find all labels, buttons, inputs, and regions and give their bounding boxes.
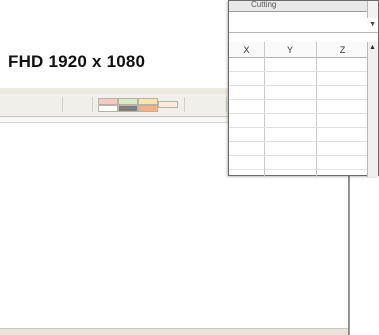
- column-header-z[interactable]: Z: [316, 43, 369, 57]
- resolution-label: FHD 1920 x 1080: [8, 52, 146, 71]
- style-swatch-neutral[interactable]: [138, 98, 158, 105]
- grid-column-divider: [264, 42, 265, 177]
- style-swatch-good[interactable]: [118, 98, 138, 105]
- grid-vertical-scrollbar[interactable]: ▲: [367, 42, 378, 177]
- grid-row-line: [229, 155, 369, 156]
- style-swatch-check[interactable]: [118, 105, 138, 112]
- grid-row-line: [229, 99, 369, 100]
- grid-column-divider: [316, 42, 317, 177]
- chevron-down-icon[interactable]: ▼: [369, 21, 376, 28]
- grid-window-header: Cutting: [229, 0, 378, 12]
- ribbon-group-styles[interactable]: [94, 97, 185, 112]
- header-scrollbar[interactable]: [367, 1, 378, 18]
- grid-row-line: [229, 127, 369, 128]
- ribbon-group-clipboard[interactable]: [2, 97, 63, 112]
- style-swatch-bad[interactable]: [98, 98, 118, 105]
- style-swatch-input[interactable]: [158, 101, 178, 108]
- status-bar: [0, 328, 349, 335]
- grid-row-line: [229, 71, 369, 72]
- ribbon-group-paste[interactable]: [64, 97, 93, 112]
- grid-row-line: [229, 85, 369, 86]
- grid-row-line: [229, 169, 369, 170]
- grid-row-line: [229, 113, 369, 114]
- grid-window-title: Cutting: [251, 0, 277, 9]
- style-swatch-calc[interactable]: [138, 105, 158, 112]
- ribbon-group-cells[interactable]: [186, 97, 227, 112]
- grid-row-line: [229, 141, 369, 142]
- column-header-y[interactable]: Y: [264, 43, 316, 57]
- column-header-x[interactable]: X: [229, 43, 264, 57]
- style-swatch-normal[interactable]: [98, 105, 118, 112]
- triangle-up-icon[interactable]: ▲: [369, 44, 376, 51]
- coordinate-grid-window: Cutting ▼ X Y Z ▲: [228, 0, 379, 177]
- grid-selector-dropdown[interactable]: ▼: [229, 18, 378, 33]
